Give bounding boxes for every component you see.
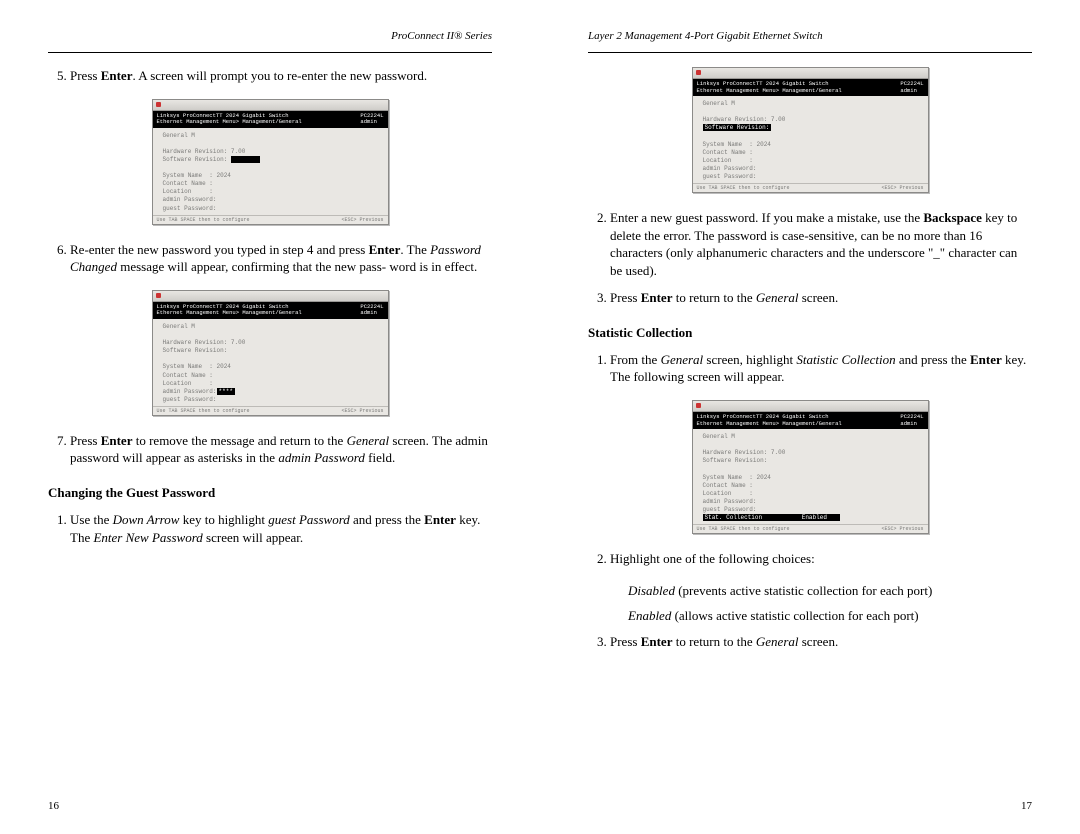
shot4-status: Use TAB SPACE then to configure <ESC> Pr…: [693, 524, 928, 533]
steps-statistic-c: Press Enter to return to the General scr…: [588, 633, 1032, 651]
screenshot-3-wrap: Linksys ProConnectTT 2024 Gigabit Switch…: [588, 67, 1032, 193]
shot1-blackbar: Linksys ProConnectTT 2024 Gigabit Switch…: [153, 111, 388, 128]
header-rule-right: [588, 52, 1032, 53]
stat-step-3: Press Enter to return to the General scr…: [610, 633, 1032, 651]
shot1-status: Use TAB SPACE then to configure <ESC> Pr…: [153, 215, 388, 224]
shot1-titlebar: [153, 100, 388, 111]
page-left: ProConnect II® Series Press Enter. A scr…: [0, 0, 540, 834]
steps-left-c: Press Enter to remove the message and re…: [48, 432, 492, 467]
shot4-blackbar: Linksys ProConnectTT 2024 Gigabit Switch…: [693, 412, 928, 429]
close-icon: [696, 403, 701, 408]
subhead-guest-password: Changing the Guest Password: [48, 485, 492, 501]
right-step-3: Press Enter to return to the General scr…: [610, 289, 1032, 307]
subhead-statistic: Statistic Collection: [588, 325, 1032, 341]
steps-statistic: From the General screen, highlight Stati…: [588, 351, 1032, 386]
shot3-body: General M Hardware Revision: 7.00Softwar…: [693, 96, 928, 183]
shot2-titlebar: [153, 291, 388, 302]
close-icon: [156, 102, 161, 107]
shot2-body: General M Hardware Revision: 7.00Softwar…: [153, 319, 388, 406]
steps-guest: Use the Down Arrow key to highlight gues…: [48, 511, 492, 546]
step-5: Press Enter. A screen will prompt you to…: [70, 67, 492, 85]
shot2-status: Use TAB SPACE then to configure <ESC> Pr…: [153, 406, 388, 415]
stat-step-1: From the General screen, highlight Stati…: [610, 351, 1032, 386]
steps-left-a: Press Enter. A screen will prompt you to…: [48, 67, 492, 85]
header-rule: [48, 52, 492, 53]
page-number-right: 17: [1021, 800, 1032, 812]
step-7: Press Enter to remove the message and re…: [70, 432, 492, 467]
screenshot-3: Linksys ProConnectTT 2024 Gigabit Switch…: [692, 67, 929, 193]
screenshot-2: Linksys ProConnectTT 2024 Gigabit Switch…: [152, 290, 389, 416]
shot2-blackbar: Linksys ProConnectTT 2024 Gigabit Switch…: [153, 302, 388, 319]
screenshot-4-wrap: Linksys ProConnectTT 2024 Gigabit Switch…: [588, 400, 1032, 534]
screenshot-4: Linksys ProConnectTT 2024 Gigabit Switch…: [692, 400, 929, 534]
step-6: Re-enter the new password you typed in s…: [70, 241, 492, 276]
header-left: ProConnect II® Series: [48, 30, 492, 42]
header-right: Layer 2 Management 4-Port Gigabit Ethern…: [588, 30, 1032, 42]
stat-choice-disabled: Disabled (prevents active statistic coll…: [628, 582, 1032, 600]
steps-statistic-b: Highlight one of the following choices:: [588, 550, 1032, 568]
shot3-blackbar: Linksys ProConnectTT 2024 Gigabit Switch…: [693, 79, 928, 96]
page-right: Layer 2 Management 4-Port Gigabit Ethern…: [540, 0, 1080, 834]
close-icon: [156, 293, 161, 298]
shot1-body: General M Hardware Revision: 7.00Softwar…: [153, 128, 388, 215]
screenshot-1-wrap: Linksys ProConnectTT 2024 Gigabit Switch…: [48, 99, 492, 225]
shot3-titlebar: [693, 68, 928, 79]
shot3-status: Use TAB SPACE then to configure <ESC> Pr…: [693, 183, 928, 192]
right-step-2: Enter a new guest password. If you make …: [610, 209, 1032, 279]
stat-choice-enabled: Enabled (allows active statistic collect…: [628, 607, 1032, 625]
shot4-titlebar: [693, 401, 928, 412]
steps-right-a: Enter a new guest password. If you make …: [588, 209, 1032, 307]
shot4-body: General M Hardware Revision: 7.00Softwar…: [693, 429, 928, 524]
screenshot-2-wrap: Linksys ProConnectTT 2024 Gigabit Switch…: [48, 290, 492, 416]
guest-step-1: Use the Down Arrow key to highlight gues…: [70, 511, 492, 546]
steps-left-b: Re-enter the new password you typed in s…: [48, 241, 492, 276]
page-number-left: 16: [48, 800, 59, 812]
stat-step-2: Highlight one of the following choices:: [610, 550, 1032, 568]
close-icon: [696, 70, 701, 75]
screenshot-1: Linksys ProConnectTT 2024 Gigabit Switch…: [152, 99, 389, 225]
